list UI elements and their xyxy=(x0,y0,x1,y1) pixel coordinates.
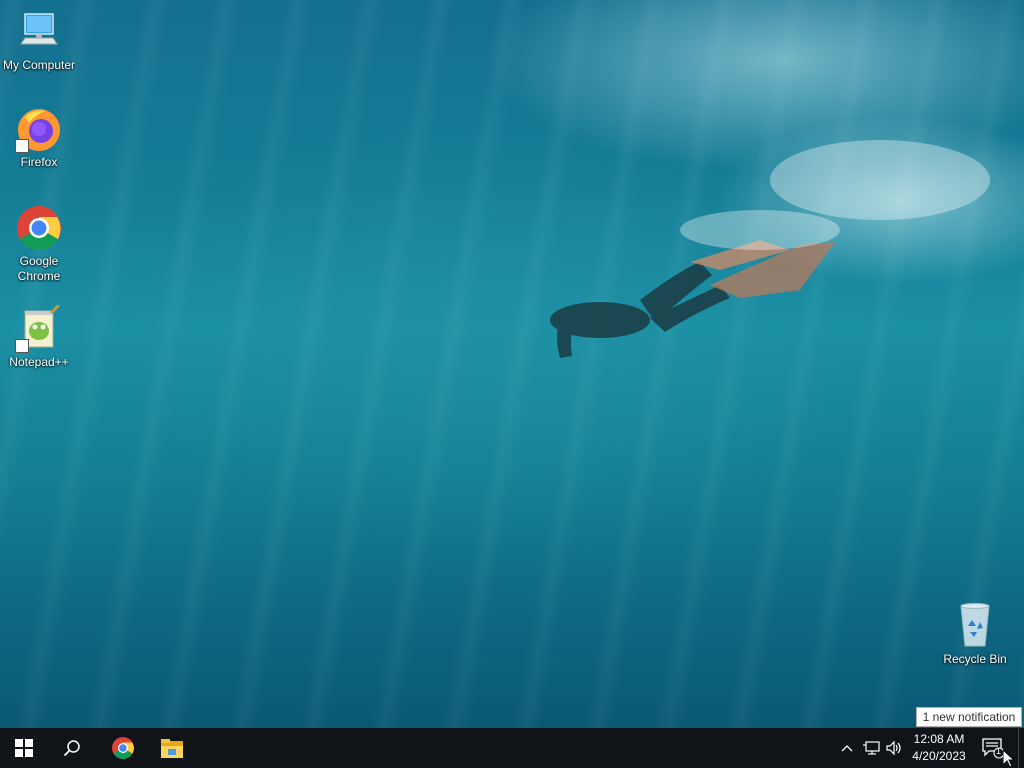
shortcut-arrow-icon xyxy=(15,139,29,153)
taskbar-file-explorer-button[interactable] xyxy=(148,728,196,768)
desktop-icon-label: Recycle Bin xyxy=(943,652,1007,666)
network-tray-button[interactable] xyxy=(859,728,883,768)
notification-count-badge: 1 xyxy=(996,746,1002,756)
desktop-icon-my-computer[interactable]: My Computer xyxy=(0,8,78,73)
desktop-icon-label: Notepad++ xyxy=(9,355,69,369)
start-button[interactable] xyxy=(0,728,48,768)
clock-time: 12:08 AM xyxy=(913,732,965,746)
network-icon xyxy=(863,741,880,755)
desktop-icon-notepadpp[interactable]: Notepad++ xyxy=(0,303,78,370)
desktop-wallpaper xyxy=(0,0,1024,728)
desktop-icon-label: Google Chrome xyxy=(17,254,61,283)
file-explorer-icon xyxy=(161,739,183,758)
mouse-cursor-icon xyxy=(1003,750,1015,768)
swimmer-silhouette xyxy=(550,140,990,358)
search-button[interactable] xyxy=(48,728,96,768)
clock-date: 4/20/2023 xyxy=(912,749,966,763)
taskbar-chrome-button[interactable] xyxy=(99,728,147,768)
desktop-icon-label: Firefox xyxy=(20,155,58,169)
notification-icon xyxy=(982,738,1005,759)
chrome-icon xyxy=(15,204,63,252)
volume-icon xyxy=(886,740,901,756)
firefox-icon xyxy=(15,105,63,153)
volume-tray-button[interactable] xyxy=(883,728,905,768)
shortcut-arrow-icon xyxy=(15,339,29,353)
notification-tooltip: 1 new notification xyxy=(916,707,1022,727)
desktop-icon-firefox[interactable]: Firefox xyxy=(0,105,78,170)
taskbar: 12:08 AM 4/20/2023 1 xyxy=(0,728,1024,768)
desktop-icon-google-chrome[interactable]: Google Chrome xyxy=(0,204,78,284)
chevron-up-icon xyxy=(841,745,853,752)
desktop-icon-recycle-bin[interactable]: Recycle Bin xyxy=(936,602,1014,667)
search-icon xyxy=(63,740,80,757)
computer-icon xyxy=(15,8,63,56)
chrome-icon xyxy=(112,737,134,759)
show-hidden-icons-button[interactable] xyxy=(836,728,858,768)
clock-button[interactable]: 12:08 AM 4/20/2023 xyxy=(906,728,972,768)
recycle-bin-icon xyxy=(951,602,999,650)
windows-logo-icon xyxy=(15,739,33,757)
desktop-icon-label: My Computer xyxy=(2,58,76,72)
show-desktop-button[interactable] xyxy=(1018,728,1024,768)
notepadpp-icon xyxy=(15,303,63,353)
